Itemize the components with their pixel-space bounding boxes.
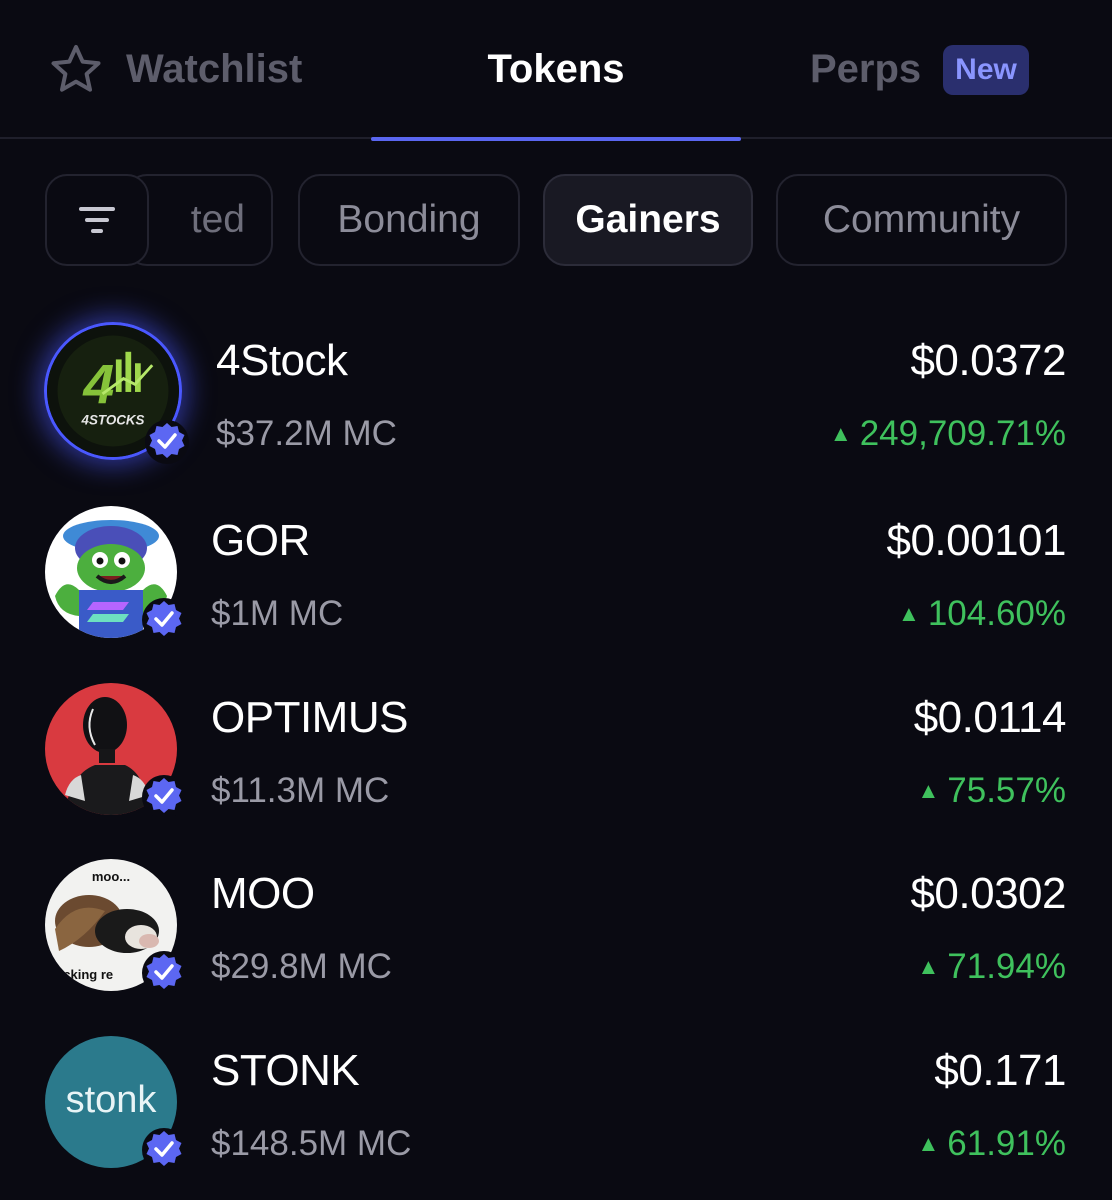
token-price: $0.171 — [934, 1046, 1066, 1095]
token-name: STONK — [211, 1046, 360, 1095]
token-change: ▲ 61.91% — [918, 1124, 1067, 1164]
token-change-value: 104.60% — [927, 594, 1066, 633]
tab-watchlist[interactable]: Watchlist — [48, 0, 302, 139]
tab-perps[interactable]: Perps New — [810, 0, 1029, 139]
verified-badge-icon — [142, 951, 186, 995]
triangle-up-icon: ▲ — [898, 601, 920, 626]
filter-chip-bar: ted Bonding Gainers Community — [0, 172, 1112, 268]
token-name: MOO — [211, 869, 315, 918]
token-market-cap: $1M MC — [211, 594, 344, 633]
token-price: $0.0114 — [913, 693, 1067, 742]
top-tab-bar: Watchlist Tokens Perps New — [0, 0, 1112, 141]
verified-badge-icon — [142, 1128, 186, 1172]
active-tab-indicator — [371, 137, 741, 141]
token-price: $0.00101 — [886, 516, 1066, 565]
token-row[interactable]: GOR $1M MC $0.00101 ▲ 104.60% — [0, 500, 1112, 670]
token-change: ▲ 249,709.71% — [830, 414, 1066, 454]
svg-text:4: 4 — [82, 353, 114, 415]
verified-badge-icon — [142, 598, 186, 642]
token-row[interactable]: OPTIMUS $11.3M MC $0.0114 ▲ 75.57% — [0, 677, 1112, 847]
triangle-up-icon: ▲ — [917, 954, 940, 979]
tab-watchlist-label: Watchlist — [126, 47, 303, 91]
filter-icon — [79, 207, 115, 233]
token-change: ▲ 104.60% — [898, 594, 1066, 634]
tab-tokens-label: Tokens — [487, 47, 625, 91]
token-market-cap: $29.8M MC — [211, 947, 392, 986]
star-icon — [51, 44, 101, 92]
triangle-up-icon: ▲ — [829, 421, 852, 446]
token-change-value: 249,709.71% — [859, 414, 1066, 453]
tab-perps-label: Perps — [810, 47, 922, 91]
token-price: $0.0302 — [910, 869, 1066, 918]
tab-tokens[interactable]: Tokens — [371, 0, 741, 141]
chip-gainers[interactable]: Gainers — [543, 174, 753, 266]
token-name: OPTIMUS — [211, 693, 408, 742]
svg-text:4STOCKS: 4STOCKS — [81, 412, 145, 427]
token-market-cap: $11.3M MC — [211, 771, 390, 810]
svg-text:fucking re: fucking re — [51, 967, 113, 982]
token-name: GOR — [211, 516, 310, 565]
token-screen: Watchlist Tokens Perps New ted Bonding G… — [0, 0, 1112, 1200]
token-change: ▲ 75.57% — [918, 771, 1067, 811]
svg-text:moo...: moo... — [92, 869, 130, 884]
token-market-cap: $148.5M MC — [211, 1124, 412, 1163]
chip-partial-label: ted — [190, 198, 245, 241]
token-price: $0.0372 — [910, 336, 1066, 385]
verified-badge-icon — [142, 775, 186, 819]
triangle-up-icon: ▲ — [917, 778, 940, 803]
verified-badge-icon — [145, 420, 189, 464]
token-row[interactable]: moo... fucking re MOO $29.8M MC $0.0302 … — [0, 853, 1112, 1023]
chip-community[interactable]: Community — [776, 174, 1067, 266]
token-row[interactable]: 4 4STOCKS 4Stock $37.2M MC $0.0372 ▲ 249… — [0, 300, 1112, 470]
filter-button[interactable] — [45, 174, 149, 266]
token-change-value: 61.91% — [947, 1124, 1066, 1163]
token-change: ▲ 71.94% — [918, 947, 1067, 987]
token-row[interactable]: stonk STONK $148.5M MC $0.171 ▲ 61.91% — [0, 1030, 1112, 1200]
triangle-up-icon: ▲ — [917, 1131, 940, 1156]
new-badge: New — [943, 44, 1029, 95]
token-change-value: 75.57% — [947, 771, 1066, 810]
svg-text:stonk: stonk — [66, 1079, 158, 1121]
token-change-value: 71.94% — [947, 947, 1066, 986]
token-market-cap: $37.2M MC — [216, 414, 397, 453]
token-name: 4Stock — [216, 336, 348, 385]
chip-bonding[interactable]: Bonding — [298, 174, 520, 266]
